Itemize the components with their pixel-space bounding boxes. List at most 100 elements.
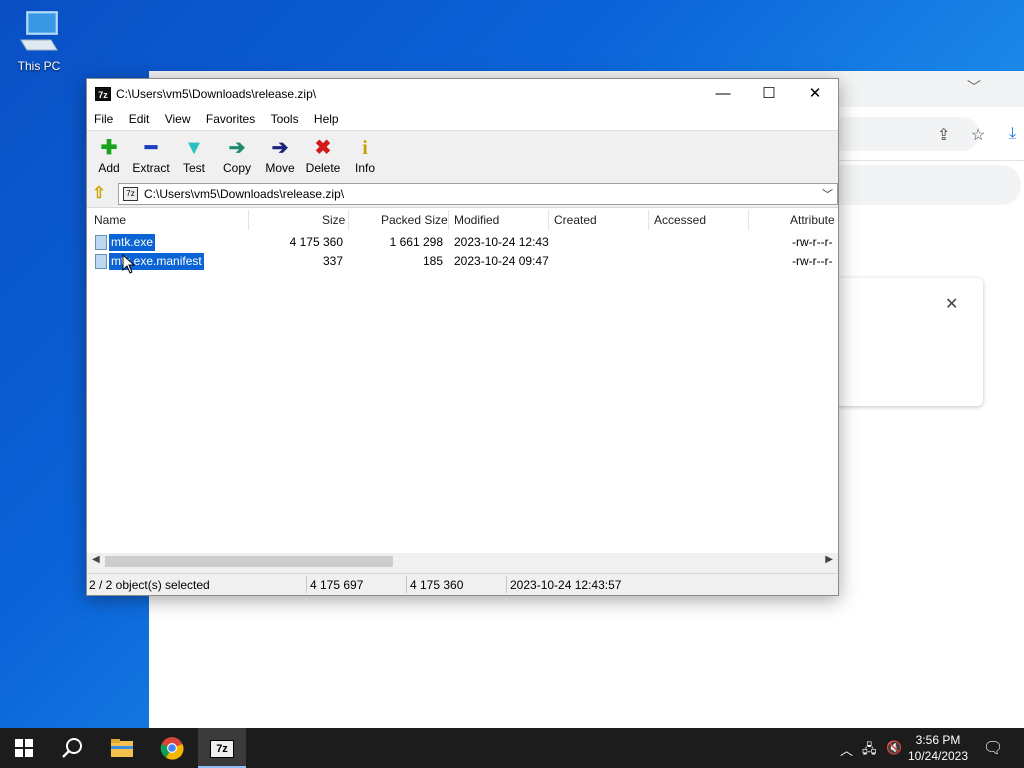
computer-icon (20, 11, 58, 51)
network-icon[interactable]: 🖧 (862, 740, 877, 762)
column-divider[interactable] (548, 210, 549, 230)
chrome-button[interactable] (148, 728, 196, 768)
mouse-cursor-icon (122, 254, 136, 274)
menu-view[interactable]: View (160, 109, 196, 129)
speaker-muted-icon[interactable]: 🔇 (886, 740, 902, 756)
star-icon[interactable]: ☆ (971, 125, 985, 145)
file-packed-size: 1 661 298 (389, 235, 443, 249)
column-attributes[interactable]: Attribute (790, 213, 835, 227)
clock-time: 3:56 PM (915, 733, 961, 747)
column-divider[interactable] (348, 210, 349, 230)
menu-favorites[interactable]: Favorites (201, 109, 260, 129)
sevenzip-taskbar-button[interactable]: 7z (198, 728, 246, 768)
menu-help[interactable]: Help (309, 109, 344, 129)
column-size[interactable]: Size (322, 213, 345, 227)
file-row[interactable]: mtk.exe.manifest 337 185 2023-10-24 09:4… (87, 252, 838, 271)
file-size: 337 (322, 254, 343, 268)
column-divider[interactable] (248, 210, 249, 230)
chevron-up-icon[interactable]: ︿ (840, 740, 853, 759)
file-name[interactable]: mtk.exe (109, 234, 156, 251)
up-folder-icon[interactable]: ⇧ (91, 185, 107, 202)
file-icon (95, 235, 107, 250)
file-explorer-icon (111, 739, 133, 757)
column-divider[interactable] (448, 210, 449, 230)
search-button[interactable] (48, 728, 96, 768)
copy-button[interactable]: ➔ Copy (215, 136, 259, 175)
test-label: Test (182, 161, 205, 175)
clock-date: 10/24/2023 (907, 749, 969, 763)
file-icon (95, 254, 107, 269)
status-packed-size: 4 175 360 (410, 578, 464, 592)
column-divider[interactable] (648, 210, 649, 230)
browser-popup-card: ✕ (829, 278, 983, 406)
status-divider (306, 576, 307, 593)
test-icon: ▼ (184, 137, 204, 159)
menu-bar: File Edit View Favorites Tools Help (87, 109, 838, 130)
info-button[interactable]: i Info (343, 136, 387, 175)
column-name[interactable]: Name (94, 213, 126, 227)
status-total-size: 4 175 697 (310, 578, 364, 592)
column-packed-size[interactable]: Packed Size (381, 213, 448, 227)
status-date: 2023-10-24 12:43:57 (510, 578, 622, 592)
chevron-down-icon[interactable]: ﹀ (967, 77, 981, 97)
menu-edit[interactable]: Edit (124, 109, 155, 129)
move-button[interactable]: ➔ Move (258, 136, 302, 175)
test-button[interactable]: ▼ Test (172, 136, 216, 175)
delete-label: Delete (305, 161, 341, 175)
status-divider (506, 576, 507, 593)
sevenzip-app-icon: 7z (95, 87, 111, 101)
title-bar[interactable]: 7z C:\Users\vm5\Downloads\release.zip\ —… (87, 79, 838, 109)
share-icon[interactable]: ⇪ (937, 125, 950, 145)
column-modified[interactable]: Modified (454, 213, 499, 227)
horizontal-scrollbar[interactable]: ◀ ▶ (87, 553, 838, 570)
file-attributes: -rw-r--r- (792, 235, 833, 249)
desktop-icon-this-pc[interactable]: This PC (10, 10, 68, 73)
info-label: Info (354, 161, 375, 175)
file-packed-size: 185 (422, 254, 443, 268)
menu-file[interactable]: File (89, 109, 118, 129)
add-icon: ✚ (100, 137, 118, 159)
download-icon[interactable]: ⤓ (1009, 125, 1016, 143)
7zip-icon: 7z (210, 739, 234, 758)
copy-label: Copy (222, 161, 251, 175)
file-attributes: -rw-r--r- (792, 254, 833, 268)
column-divider[interactable] (748, 210, 749, 230)
window-title: C:\Users\vm5\Downloads\release.zip\ (116, 87, 317, 101)
menu-tools[interactable]: Tools (266, 109, 304, 129)
status-bar: 2 / 2 object(s) selected 4 175 697 4 175… (87, 573, 838, 595)
maximize-button[interactable]: ☐ (746, 79, 792, 109)
copy-icon: ➔ (228, 137, 246, 159)
notification-icon[interactable]: 🗨 (983, 738, 1003, 758)
taskbar: 7z ︿ 🖧 🔇 3:56 PM 10/24/2023 🗨 (0, 728, 1024, 768)
column-accessed[interactable]: Accessed (654, 213, 706, 227)
file-list[interactable]: Name Size Packed Size Modified Created A… (87, 207, 838, 553)
address-path: C:\Users\vm5\Downloads\release.zip\ (144, 187, 345, 201)
file-row[interactable]: mtk.exe 4 175 360 1 661 298 2023-10-24 1… (87, 233, 838, 252)
chevron-down-icon[interactable]: ﹀ (822, 186, 833, 202)
move-icon: ➔ (271, 137, 289, 159)
file-modified: 2023-10-24 09:47 (454, 254, 549, 268)
scroll-left-icon[interactable]: ◀ (92, 554, 100, 565)
close-icon[interactable]: ✕ (945, 294, 958, 314)
zip-archive-icon: 7z (123, 187, 138, 201)
browser-address-bar[interactable] (829, 117, 979, 151)
toolbar: ✚ Add ━ Extract ▼ Test ➔ Copy ➔ Move ✖ D… (87, 130, 838, 182)
delete-button[interactable]: ✖ Delete (301, 136, 345, 175)
move-label: Move (265, 161, 295, 175)
status-divider (406, 576, 407, 593)
scroll-right-icon[interactable]: ▶ (825, 554, 833, 565)
taskbar-clock[interactable]: 3:56 PM 10/24/2023 (906, 732, 970, 764)
start-button[interactable] (0, 728, 48, 768)
close-button[interactable]: ✕ (792, 79, 838, 109)
file-explorer-button[interactable] (98, 728, 146, 768)
add-label: Add (98, 161, 120, 175)
address-combobox[interactable]: 7z C:\Users\vm5\Downloads\release.zip\ ﹀ (118, 183, 838, 205)
minimize-button[interactable]: — (700, 79, 746, 109)
add-button[interactable]: ✚ Add (87, 136, 131, 175)
scrollbar-thumb[interactable] (105, 556, 393, 567)
info-icon: i (362, 137, 368, 159)
sevenzip-window: 7z C:\Users\vm5\Downloads\release.zip\ —… (86, 78, 839, 596)
status-selection: 2 / 2 object(s) selected (89, 578, 210, 592)
extract-button[interactable]: ━ Extract (129, 136, 173, 175)
column-created[interactable]: Created (554, 213, 597, 227)
